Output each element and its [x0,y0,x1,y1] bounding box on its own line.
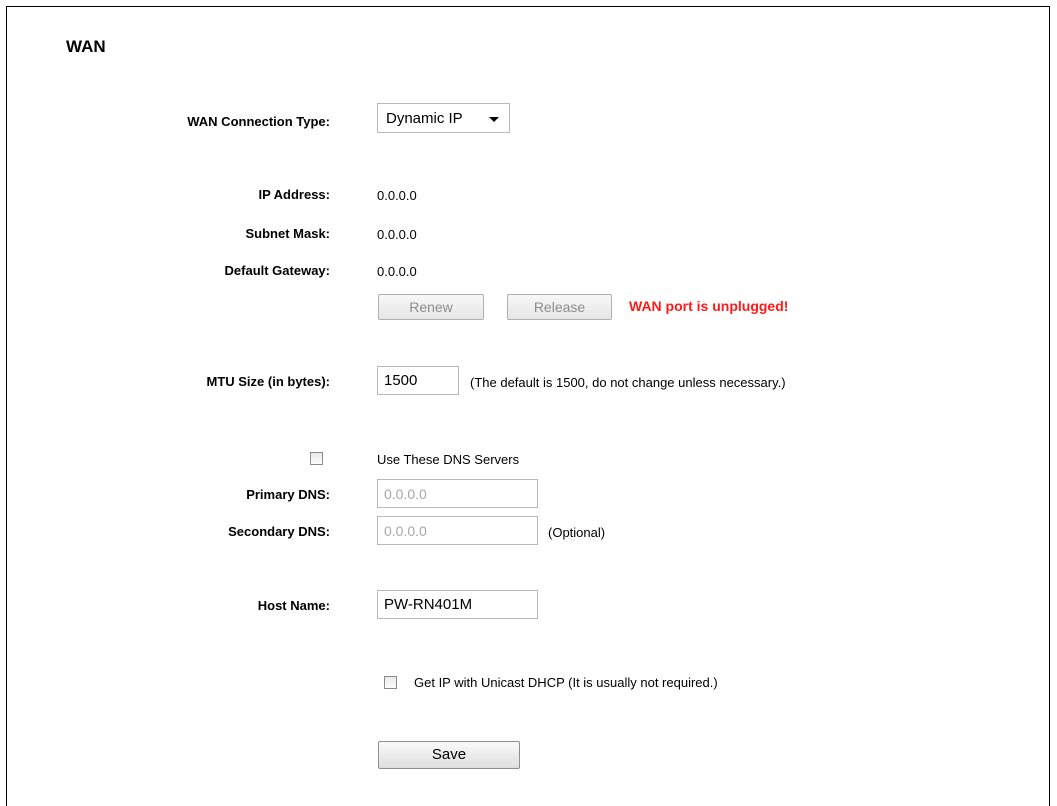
connection-type-value: Dynamic IP [386,110,463,127]
connection-type-label: WAN Connection Type: [187,114,330,129]
ip-address-value: 0.0.0.0 [377,188,417,203]
wan-unplugged-warning: WAN port is unplugged! [629,298,789,314]
subnet-mask-value: 0.0.0.0 [377,227,417,242]
default-gateway-value: 0.0.0.0 [377,264,417,279]
host-name-label: Host Name: [257,598,330,613]
mtu-input[interactable]: 1500 [377,366,459,395]
use-dns-label: Use These DNS Servers [377,452,520,467]
use-dns-checkbox[interactable] [310,452,323,465]
save-button[interactable]: Save [378,741,520,769]
default-gateway-label: Default Gateway: [224,263,330,278]
secondary-dns-label: Secondary DNS: [228,524,330,539]
renew-button[interactable]: Renew [378,294,484,320]
mtu-hint: (The default is 1500, do not change unle… [470,375,786,390]
dropdown-arrow-icon [489,117,499,122]
primary-dns-label: Primary DNS: [246,487,330,502]
connection-type-select[interactable]: Dynamic IP [377,103,510,133]
unicast-dhcp-label: Get IP with Unicast DHCP (It is usually … [414,675,718,690]
subnet-mask-label: Subnet Mask: [245,226,330,241]
primary-dns-input[interactable]: 0.0.0.0 [377,479,538,508]
release-button[interactable]: Release [507,294,612,320]
unicast-dhcp-checkbox[interactable] [384,676,397,689]
mtu-label: MTU Size (in bytes): [206,374,330,389]
page-title: WAN [66,37,106,56]
ip-address-label: IP Address: [258,187,330,202]
host-name-input[interactable]: PW-RN401M [377,590,538,619]
secondary-dns-input[interactable]: 0.0.0.0 [377,516,538,545]
secondary-dns-optional: (Optional) [548,525,606,540]
